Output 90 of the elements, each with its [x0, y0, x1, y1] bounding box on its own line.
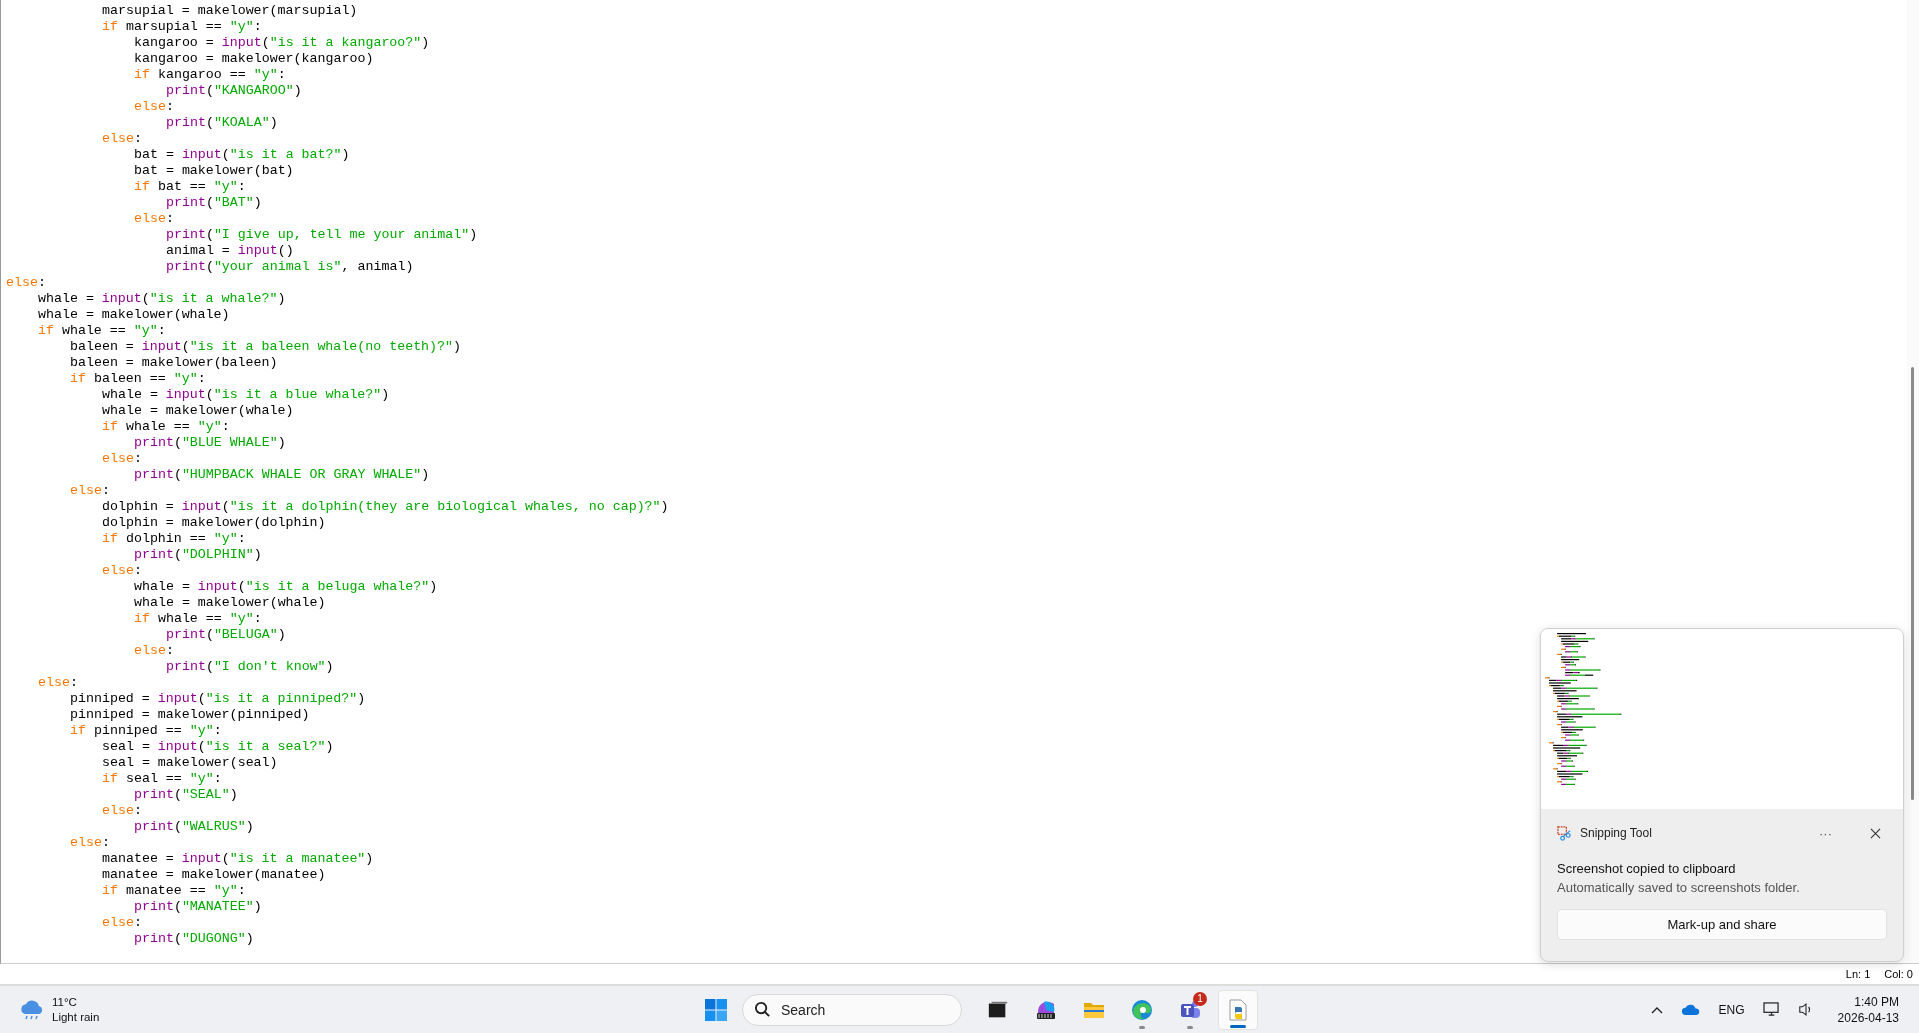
- code-line: whale = input("is it a blue whale?"): [101, 387, 390, 403]
- code-line: pinniped = input("is it a pinniped?"): [69, 691, 366, 707]
- code-line: whale = input("is it a beluga whale?"): [133, 579, 438, 595]
- code-line: marsupial = makelower(marsupial): [101, 3, 358, 19]
- temperature: 11°C: [52, 994, 78, 1010]
- code-line: print("KANGAROO"): [165, 83, 302, 99]
- code-line: seal = input("is it a seal?"): [101, 739, 334, 755]
- code-line: if bat == "y":: [133, 179, 246, 195]
- code-line: kangaroo = makelower(kangaroo): [133, 51, 374, 67]
- code-line: print("your animal is", animal): [165, 259, 414, 275]
- notification-message: Automatically saved to screenshots folder.: [1557, 880, 1801, 895]
- code-line: whale = makelower(whale): [133, 595, 326, 611]
- screenshot-thumbnail[interactable]: [1541, 629, 1903, 809]
- python-file-icon: [1226, 997, 1250, 1022]
- cloud-rain-icon[interactable]: [18, 998, 44, 1021]
- code-line: dolphin = input("is it a dolphin(they are biological whales, no cap)?"): [101, 499, 669, 515]
- code-line: manatee = input("is it a manatee"): [101, 851, 374, 867]
- code-line: print("WALRUS"): [133, 819, 254, 835]
- running-indicator: [1187, 1025, 1193, 1029]
- code-line: else:: [133, 99, 174, 115]
- code-line: bat = input("is it a bat?"): [133, 147, 350, 163]
- code-line: if whale == "y":: [133, 611, 262, 627]
- running-indicator: [1230, 1024, 1246, 1028]
- cloud-icon[interactable]: [1680, 1003, 1701, 1016]
- running-indicator: [1139, 1025, 1145, 1029]
- code-line: if baleen == "y":: [69, 371, 206, 387]
- clock-date[interactable]: 2026-04-13: [1837, 1009, 1899, 1026]
- code-line: manatee = makelower(manatee): [101, 867, 326, 883]
- browser-icon: [1130, 997, 1154, 1022]
- app-name: Snipping Tool: [1580, 826, 1652, 840]
- code-line: else:: [101, 131, 142, 147]
- code-line: dolphin = makelower(dolphin): [101, 515, 326, 531]
- code-line: baleen = input("is it a baleen whale(no teeth)?"): [69, 339, 462, 355]
- search-icon: [754, 1000, 771, 1018]
- code-line: print("HUMPBACK WHALE OR GRAY WHALE"): [133, 467, 430, 483]
- language-indicator[interactable]: ENG: [1718, 1002, 1745, 1017]
- code-line: if dolphin == "y":: [101, 531, 246, 547]
- code-line: bat = makelower(bat): [133, 163, 294, 179]
- column-number: Col: 0: [1884, 968, 1913, 980]
- line-number: Ln: 1: [1845, 968, 1871, 980]
- more-options-button[interactable]: ···: [1815, 825, 1836, 841]
- code-line: animal = input(): [165, 243, 294, 259]
- code-line: pinniped = makelower(pinniped): [69, 707, 310, 723]
- code-line: print("KOALA"): [165, 115, 278, 131]
- notification-badge: 1: [1193, 991, 1207, 1006]
- code-line: else:: [6, 275, 46, 291]
- code-line: if whale == "y":: [101, 419, 230, 435]
- clock-time[interactable]: 1:40 PM: [1854, 993, 1899, 1010]
- code-line: print("I don't know"): [165, 659, 334, 675]
- code-line: baleen = makelower(baleen): [69, 355, 278, 371]
- code-line: if whale == "y":: [37, 323, 166, 339]
- markup-share-button[interactable]: Mark-up and share: [1557, 909, 1887, 940]
- monitor-icon[interactable]: [1762, 1002, 1780, 1017]
- code-line: seal = makelower(seal): [101, 755, 278, 771]
- code-line: else:: [69, 835, 110, 851]
- code-line: whale = input("is it a whale?"): [37, 291, 286, 307]
- code-line: kangaroo = input("is it a kangaroo?"): [133, 35, 430, 51]
- code-line: if kangaroo == "y":: [133, 67, 286, 83]
- code-line: print("I give up, tell me your animal"): [165, 227, 478, 243]
- code-line: print("BLUE WHALE"): [133, 435, 286, 451]
- code-line: if manatee == "y":: [101, 883, 246, 899]
- search-field[interactable]: Search: [742, 993, 962, 1026]
- code-line: whale = makelower(whale): [101, 403, 294, 419]
- taskbar-app[interactable]: 1: [1170, 989, 1210, 1030]
- code-line: else:: [101, 451, 142, 467]
- notification-title: Screenshot copied to clipboard: [1557, 861, 1737, 876]
- code-line: else:: [133, 643, 174, 659]
- code-line: else:: [101, 803, 142, 819]
- scrollbar-thumb[interactable]: [1911, 367, 1914, 800]
- code-line: print("BAT"): [165, 195, 262, 211]
- weather-condition: Light rain: [52, 1009, 100, 1025]
- code-line: else:: [37, 675, 78, 691]
- code-line: print("MANATEE"): [133, 899, 262, 915]
- code-line: else:: [133, 211, 174, 227]
- windows-start-icon[interactable]: [704, 997, 728, 1022]
- code-line: print("BELUGA"): [165, 627, 286, 643]
- code-line: if pinniped == "y":: [69, 723, 222, 739]
- scissors-icon: [1557, 825, 1572, 841]
- chevron-up-icon[interactable]: [1650, 1005, 1663, 1014]
- code-line: print("SEAL"): [133, 787, 238, 803]
- code-line: if marsupial == "y":: [101, 19, 262, 35]
- code-line: else:: [101, 915, 142, 931]
- code-line: print("DOLPHIN"): [133, 547, 262, 563]
- code-line: print("DUGONG"): [133, 931, 254, 947]
- code-line: if seal == "y":: [101, 771, 222, 787]
- scrollbar[interactable]: [1907, 0, 1919, 963]
- code-line: else:: [69, 483, 110, 499]
- code-line: else:: [101, 563, 142, 579]
- code-line: whale = makelower(whale): [37, 307, 230, 323]
- close-icon[interactable]: [1870, 827, 1881, 839]
